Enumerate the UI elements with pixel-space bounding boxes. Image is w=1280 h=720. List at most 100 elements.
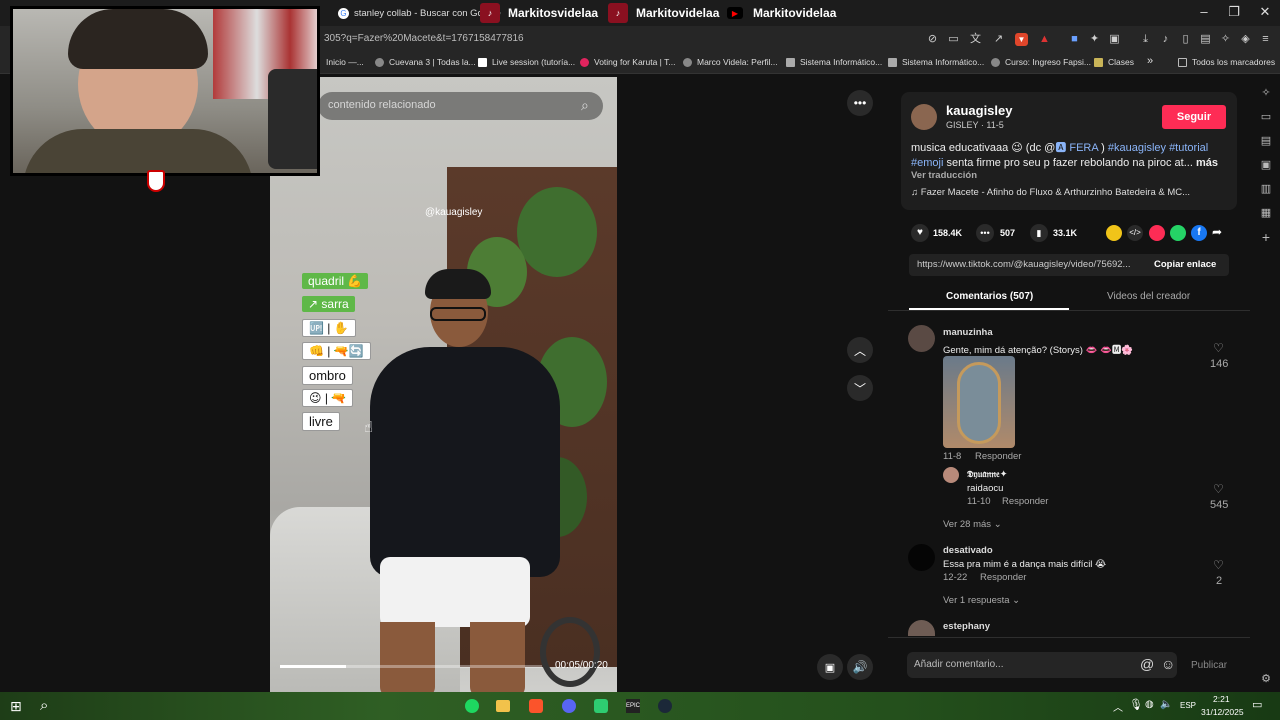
share-icon[interactable]: ↗	[992, 33, 1005, 46]
comment-icon[interactable]: •••	[976, 224, 994, 242]
brave-shield-icon[interactable]: ▼	[1015, 33, 1028, 46]
all-bookmarks[interactable]: Todos los marcadores	[1178, 57, 1275, 67]
hashtag-link[interactable]: #tutorial	[1169, 142, 1208, 154]
bookmark-cuevana[interactable]: Cuevana 3 | Todas la...	[375, 57, 476, 67]
bookmark-karuta[interactable]: Voting for Karuta | T...	[580, 57, 675, 67]
avatar[interactable]	[908, 544, 935, 571]
comment-image[interactable]	[943, 356, 1015, 448]
send-icon[interactable]	[1149, 225, 1165, 241]
comment-username[interactable]: desativado	[943, 545, 993, 556]
bookmark-icon[interactable]: ▮	[1030, 224, 1048, 242]
next-video-icon[interactable]: ﹀	[847, 375, 873, 401]
tab-markitovidelaa-1[interactable]: ♪ Markitovidelaa	[608, 0, 719, 26]
comment-username[interactable]: manuzinha	[943, 327, 993, 338]
tracking-icon[interactable]: ⊘	[926, 33, 939, 46]
puzzle-icon[interactable]: ✦	[1088, 33, 1101, 46]
copy-link-button[interactable]: Copiar enlace	[1146, 259, 1217, 270]
download-icon[interactable]: ⤓	[1139, 33, 1152, 46]
tab-comments[interactable]: Comentarios (507)	[946, 291, 1033, 302]
restore-icon[interactable]: ❐	[1224, 4, 1244, 20]
whatsapp-icon[interactable]	[1170, 225, 1186, 241]
avatar[interactable]	[911, 104, 937, 130]
follow-button[interactable]: Seguir	[1162, 105, 1226, 129]
network-icon[interactable]: ◍	[1145, 699, 1154, 710]
reading-list-icon[interactable]: ▥	[1259, 182, 1273, 196]
translate-icon[interactable]: 文	[969, 33, 982, 46]
tab-creator-videos[interactable]: Videos del creador	[1107, 291, 1190, 302]
video-progress-track[interactable]	[280, 665, 542, 668]
bookmarks-sidebar-icon[interactable]: ▣	[1259, 158, 1273, 172]
sidebar-icon[interactable]: ▯	[1179, 33, 1192, 46]
steam-icon[interactable]	[658, 699, 672, 713]
view-more-replies[interactable]: Ver 28 más ⌄	[943, 519, 1002, 530]
hashtag-link[interactable]: #kauagisley	[1108, 142, 1166, 154]
tab-google[interactable]: G stanley collab - Buscar con Google	[338, 0, 501, 26]
embed-icon[interactable]: </>	[1127, 225, 1143, 241]
extension-icon[interactable]: ■	[1068, 33, 1081, 46]
windows-start-icon[interactable]: ⊞	[10, 698, 22, 715]
hashtag-link[interactable]: #emoji	[911, 157, 943, 169]
bookmark-live-session[interactable]: Live session (tutoría...	[478, 57, 575, 67]
cast-icon[interactable]: ▭	[947, 33, 960, 46]
post-username[interactable]: kauagisley	[946, 103, 1013, 118]
bookmark-curso[interactable]: Curso: Ingreso Fapsi...	[991, 57, 1091, 67]
epic-games-icon[interactable]: EPIC	[626, 699, 640, 713]
language-indicator[interactable]: ESP	[1180, 701, 1196, 710]
more-link[interactable]: más	[1196, 157, 1218, 169]
comment-like-icon[interactable]: ♡	[1213, 341, 1224, 355]
bookmark-sistema-1[interactable]: Sistema Informático...	[786, 57, 882, 67]
video-link[interactable]: https://www.tiktok.com/@kauagisley/video…	[917, 259, 1130, 270]
avatar[interactable]	[908, 325, 935, 352]
music-link[interactable]: ♫ Fazer Macete - Afinho do Fluxo & Arthu…	[911, 187, 1190, 198]
video-player[interactable]	[270, 77, 617, 693]
comment-like-icon[interactable]: ♡	[1213, 558, 1224, 572]
clock-time[interactable]: 2:21	[1213, 694, 1230, 704]
share-arrow-icon[interactable]: ➦	[1212, 225, 1222, 239]
bookmark-sistema-2[interactable]: Sistema Informático...	[888, 57, 984, 67]
prev-video-icon[interactable]: ︿	[847, 337, 873, 363]
tab-markitovidelaa-2[interactable]: ▶ Markitovidelaa	[727, 0, 836, 26]
notifications-icon[interactable]: ▭	[1252, 698, 1262, 711]
ai-icon[interactable]: ✧	[1259, 86, 1273, 100]
wallet-icon[interactable]: ▤	[1199, 33, 1212, 46]
emoji-icon[interactable]: ☺	[1161, 656, 1175, 672]
menu-icon[interactable]: ≡	[1259, 33, 1272, 46]
file-explorer-icon[interactable]	[496, 700, 510, 712]
settings-icon[interactable]: ⚙	[1259, 672, 1273, 686]
sidebar-tab-icon[interactable]: ▭	[1259, 110, 1273, 124]
app-icon[interactable]	[594, 699, 608, 713]
more-options-icon[interactable]: •••	[847, 90, 873, 116]
add-icon[interactable]: +	[1259, 229, 1273, 245]
vpn-icon[interactable]: ◈	[1239, 33, 1252, 46]
leo-icon[interactable]: ✧	[1219, 33, 1232, 46]
speaker-icon[interactable]: 🔈	[1160, 699, 1172, 710]
bookmark-marco-videla[interactable]: Marco Videla: Perfil...	[683, 57, 778, 67]
wallet-sidebar-icon[interactable]: ▤	[1259, 134, 1273, 148]
rewards-icon[interactable]: ▲	[1038, 33, 1051, 46]
repost-icon[interactable]	[1106, 225, 1122, 241]
avatar[interactable]	[943, 467, 959, 483]
close-icon[interactable]: ✕	[1255, 4, 1275, 20]
translate-link[interactable]: Ver traducción	[911, 170, 977, 181]
like-icon[interactable]: ♥	[911, 224, 929, 242]
bookmarks-overflow[interactable]: »	[1147, 55, 1153, 67]
reply-button[interactable]: Responder	[980, 572, 1026, 583]
volume-icon[interactable]: 🔊	[847, 654, 873, 680]
url-text[interactable]: 305?q=Fazer%20Macete&t=1767158477816	[324, 33, 524, 44]
clock-date[interactable]: 31/12/2025	[1201, 707, 1244, 717]
spotify-icon[interactable]	[465, 699, 479, 713]
mention-link[interactable]: 🅰 FERA	[1055, 142, 1098, 154]
pip-icon[interactable]: ▣	[817, 654, 843, 680]
search-icon[interactable]: ⌕	[40, 697, 48, 714]
view-more-replies[interactable]: Ver 1 respuesta ⌄	[943, 595, 1020, 606]
comment-username[interactable]: estephany	[943, 621, 990, 632]
facebook-icon[interactable]: f	[1191, 225, 1207, 241]
screenshot-icon[interactable]: ▣	[1108, 33, 1121, 46]
history-icon[interactable]: ▦	[1259, 206, 1273, 220]
discord-icon[interactable]	[562, 699, 576, 713]
mention-icon[interactable]: @	[1140, 656, 1154, 672]
bookmark-clases[interactable]: Clases	[1094, 57, 1134, 67]
music-icon[interactable]: ♪	[1159, 33, 1172, 46]
brave-icon[interactable]	[529, 699, 543, 713]
reply-button[interactable]: Responder	[975, 451, 1021, 462]
